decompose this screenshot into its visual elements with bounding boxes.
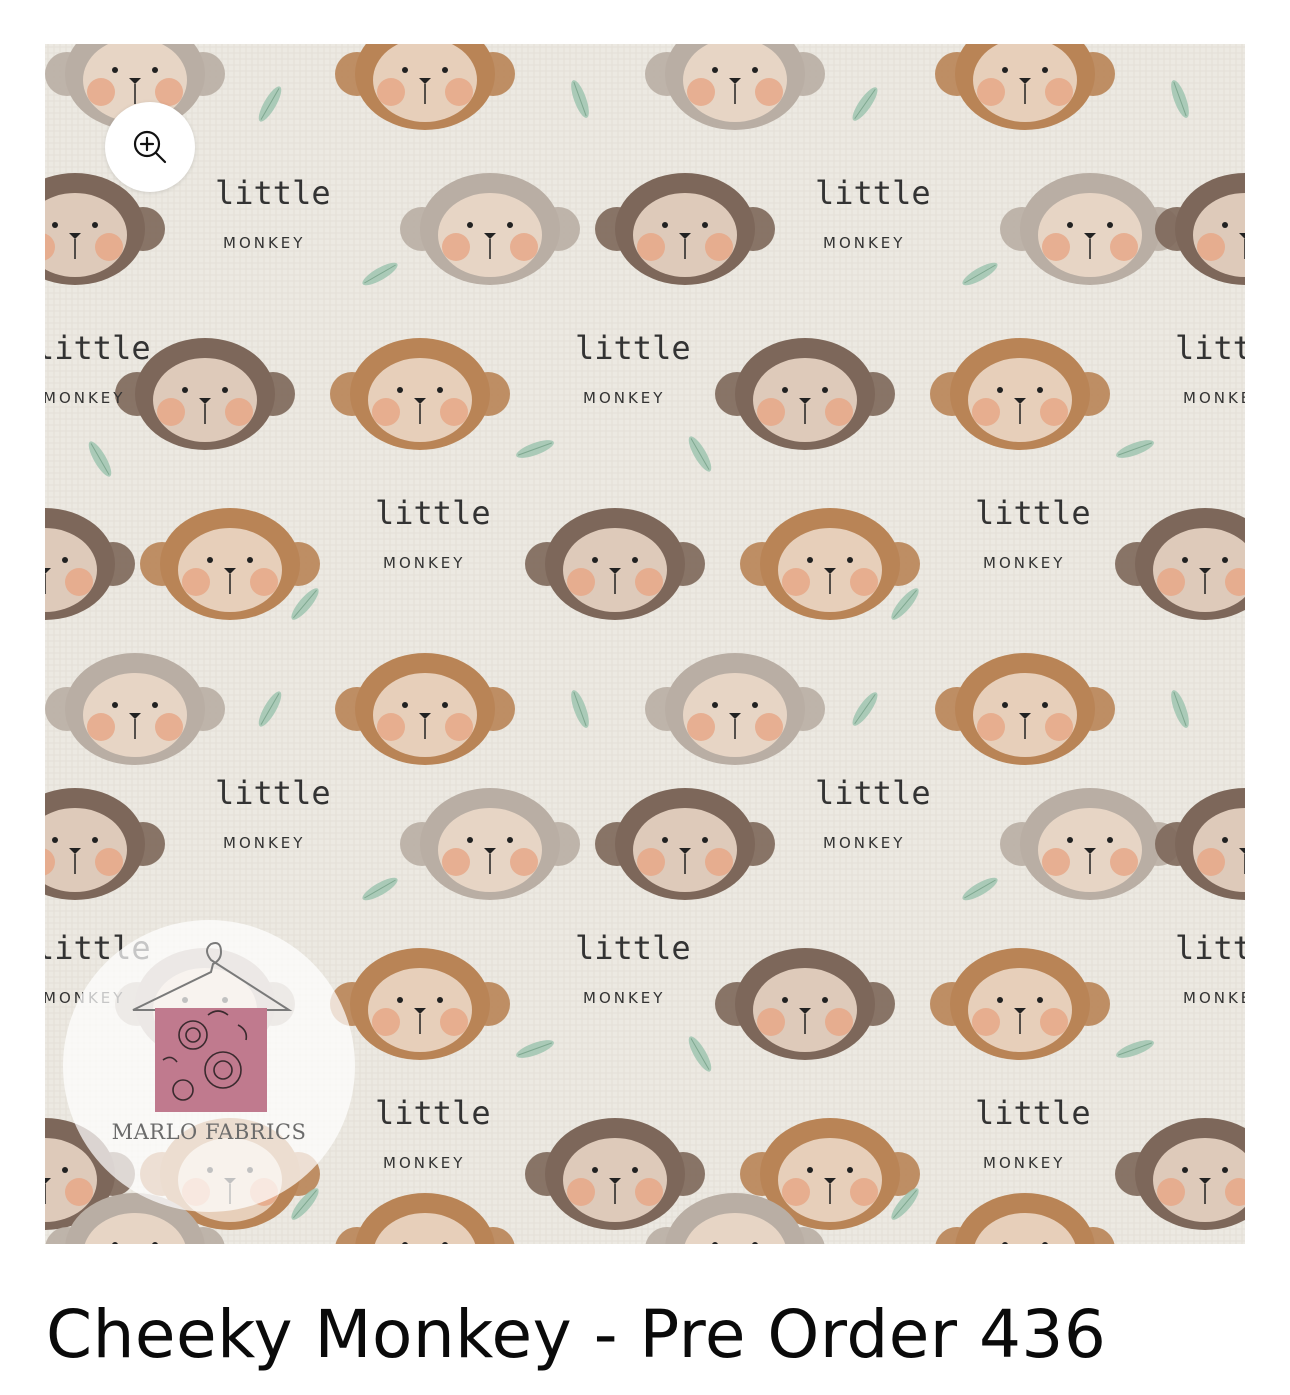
- svg-text:little: little: [975, 1094, 1091, 1132]
- svg-text:little: little: [575, 329, 691, 367]
- svg-text:MONKEY: MONKEY: [383, 554, 465, 572]
- svg-text:MONKEY: MONKEY: [1183, 389, 1245, 407]
- hanger-logo: [132, 942, 293, 1112]
- svg-text:MONKEY: MONKEY: [383, 1154, 465, 1172]
- svg-text:MONKEY: MONKEY: [823, 234, 905, 252]
- svg-text:little: little: [215, 774, 331, 812]
- svg-text:MONKEY: MONKEY: [583, 389, 665, 407]
- svg-text:little: little: [215, 174, 331, 212]
- svg-text:MONKEY: MONKEY: [583, 989, 665, 1007]
- svg-text:MONKEY: MONKEY: [983, 554, 1065, 572]
- svg-text:little: little: [815, 174, 931, 212]
- svg-text:MONKEY: MONKEY: [223, 834, 305, 852]
- svg-text:little: little: [1175, 929, 1245, 967]
- svg-text:MONKEY: MONKEY: [823, 834, 905, 852]
- svg-text:little: little: [45, 329, 151, 367]
- svg-text:MONKEY: MONKEY: [45, 389, 125, 407]
- svg-text:little: little: [375, 1094, 491, 1132]
- product-title: Cheeky Monkey - Pre Order 436: [46, 1296, 1107, 1373]
- zoom-in-icon: [133, 130, 167, 164]
- watermark-text: MARLO FABRICS: [111, 1120, 307, 1144]
- svg-text:MONKEY: MONKEY: [983, 1154, 1065, 1172]
- svg-text:little: little: [815, 774, 931, 812]
- svg-text:little: little: [975, 494, 1091, 532]
- svg-text:MONKEY: MONKEY: [1183, 989, 1245, 1007]
- svg-text:little: little: [575, 929, 691, 967]
- zoom-button[interactable]: [105, 102, 195, 192]
- svg-text:little: little: [1175, 329, 1245, 367]
- brand-watermark: MARLO FABRICS: [63, 920, 355, 1212]
- svg-text:MONKEY: MONKEY: [223, 234, 305, 252]
- svg-text:little: little: [375, 494, 491, 532]
